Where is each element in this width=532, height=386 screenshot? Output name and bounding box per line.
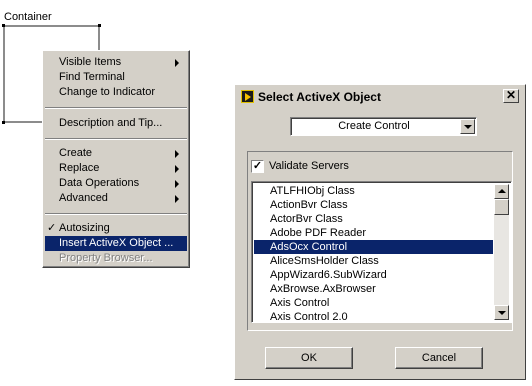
list-item[interactable]: Axis Control 2.0 [254, 310, 493, 322]
checkmark-icon: ✓ [47, 222, 57, 234]
list-item[interactable]: AxBrowse.AxBrowser [254, 282, 493, 296]
menu-item-label: Data Operations [59, 177, 140, 189]
cancel-button[interactable]: Cancel [395, 347, 483, 369]
menu-item-find-terminal[interactable]: Find Terminal [45, 70, 187, 85]
menu-item-label: Create [59, 147, 93, 159]
create-mode-value: Create Control [338, 120, 410, 132]
scroll-thumb[interactable] [494, 199, 509, 215]
activex-object-list[interactable]: ATLFHIObj Class ActionBvr Class ActorBvr… [251, 181, 512, 323]
menu-item-replace[interactable]: Replace [45, 161, 187, 176]
submenu-arrow-icon [175, 180, 179, 188]
menu-item-change-to-indicator[interactable]: Change to Indicator [45, 85, 187, 100]
select-activex-dialog: Select ActiveX Object ✕ Create Control ✓… [234, 84, 526, 380]
resize-handle-tr[interactable] [98, 24, 101, 27]
checkmark-icon: ✓ [252, 160, 263, 172]
menu-separator [45, 213, 187, 215]
scroll-up-icon[interactable] [494, 184, 509, 199]
list-item[interactable]: ActorBvr Class [254, 212, 493, 226]
ok-button[interactable]: OK [265, 347, 353, 369]
menu-item-advanced[interactable]: Advanced [45, 191, 187, 206]
submenu-arrow-icon [175, 150, 179, 158]
list-scrollbar[interactable] [494, 184, 509, 320]
menu-item-label: Visible Items [59, 56, 122, 68]
menu-item-label: Autosizing [59, 222, 110, 234]
list-item-selected[interactable]: AdsOcx Control [254, 240, 493, 254]
close-button[interactable]: ✕ [503, 89, 519, 103]
list-item[interactable]: ActionBvr Class [254, 198, 493, 212]
menu-item-label: Advanced [59, 192, 108, 204]
resize-handle-bl[interactable] [2, 121, 5, 124]
dialog-title: Select ActiveX Object [258, 90, 381, 104]
menu-item-label: Insert ActiveX Object ... [59, 237, 174, 249]
submenu-arrow-icon [175, 165, 179, 173]
submenu-arrow-icon [175, 195, 179, 203]
menu-item-label: Change to Indicator [59, 86, 156, 98]
menu-item-create[interactable]: Create [45, 146, 187, 161]
list-item[interactable]: AppWizard6.SubWizard [254, 268, 493, 282]
menu-item-label: Property Browser... [59, 252, 153, 264]
context-menu: Visible Items Find Terminal Change to In… [42, 50, 190, 268]
resize-handle-tl[interactable] [2, 24, 5, 27]
menu-item-label: Description and Tip... [59, 117, 163, 129]
menu-item-label: Replace [59, 162, 100, 174]
menu-separator [45, 138, 187, 140]
dialog-titlebar[interactable]: Select ActiveX Object ✕ [238, 88, 522, 106]
menu-item-label: Find Terminal [59, 71, 125, 83]
close-icon: ✕ [505, 88, 517, 102]
menu-separator [45, 107, 187, 109]
menu-item-insert-activex-object[interactable]: Insert ActiveX Object ... [45, 236, 187, 251]
list-item[interactable]: AliceSmsHolder Class [254, 254, 493, 268]
validate-servers-checkbox[interactable]: ✓ [251, 160, 264, 173]
menu-item-description-and-tip[interactable]: Description and Tip... [45, 116, 187, 131]
labview-icon [241, 90, 254, 103]
container-label: Container [4, 11, 52, 23]
chevron-down-icon[interactable] [460, 119, 475, 134]
submenu-arrow-icon [175, 59, 179, 67]
scroll-down-icon[interactable] [494, 305, 509, 320]
menu-item-autosizing[interactable]: ✓ Autosizing [45, 221, 187, 236]
menu-item-visible-items[interactable]: Visible Items [45, 55, 187, 70]
validate-servers-label[interactable]: Validate Servers [269, 160, 349, 172]
menu-item-data-operations[interactable]: Data Operations [45, 176, 187, 191]
menu-item-property-browser: Property Browser... [45, 251, 187, 266]
create-mode-select[interactable]: Create Control [290, 117, 477, 136]
list-item[interactable]: Axis Control [254, 296, 493, 310]
list-item[interactable]: Adobe PDF Reader [254, 226, 493, 240]
list-item[interactable]: ATLFHIObj Class [254, 184, 493, 198]
